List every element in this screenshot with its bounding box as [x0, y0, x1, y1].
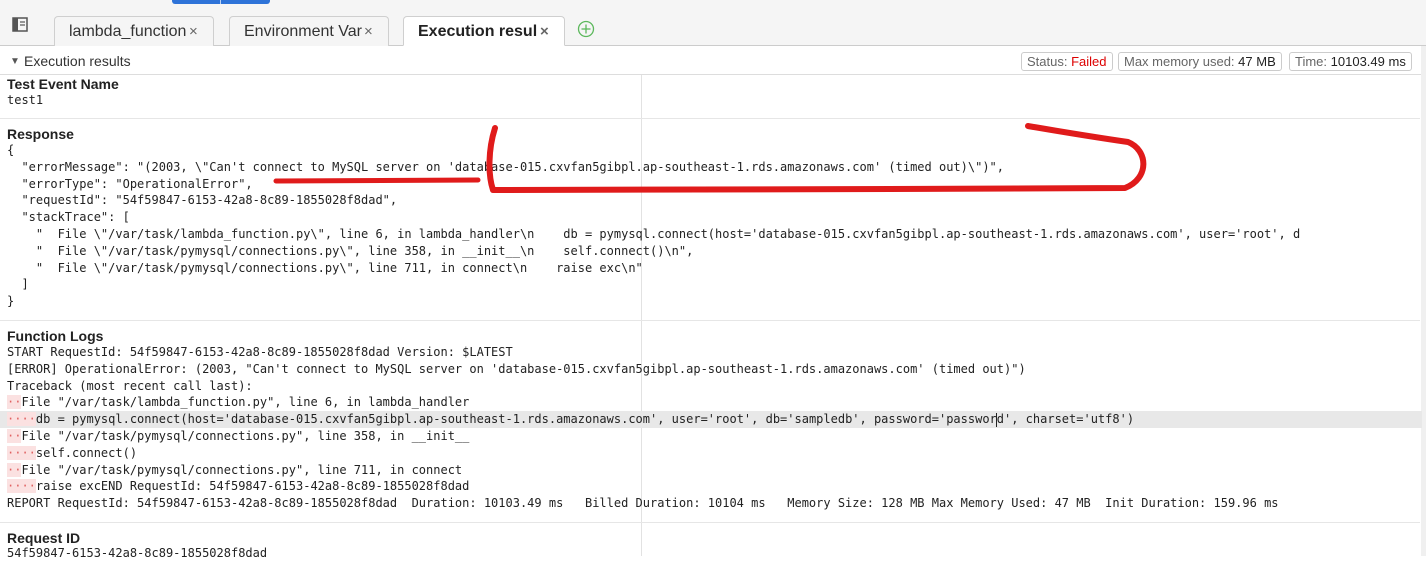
log-line: ····raise excEND RequestId: 54f59847-615…	[7, 478, 469, 495]
menu-icon[interactable]	[12, 17, 32, 33]
log-text: START RequestId: 54f59847-6153-42a8-8c89…	[7, 345, 513, 359]
response-heading: Response	[7, 126, 74, 142]
response-line: {	[7, 143, 15, 157]
log-line: ··File "/var/task/lambda_function.py", l…	[7, 394, 469, 411]
response-line: ]	[7, 277, 29, 292]
log-text: raise excEND RequestId: 54f59847-6153-42…	[35, 479, 470, 494]
add-tab-icon[interactable]	[577, 20, 595, 38]
log-text: Traceback (most recent call last):	[7, 378, 253, 393]
memory-label: Max memory used:	[1124, 54, 1235, 69]
tab-execution-results[interactable]: Execution results ×	[403, 16, 565, 46]
request-id-heading: Request ID	[7, 530, 81, 546]
tab-label: Environment Vari	[244, 23, 362, 40]
test-event-value: test1	[7, 93, 44, 107]
response-line: "errorType": "OperationalError",	[7, 176, 253, 191]
indent-marker: ··	[7, 462, 22, 477]
log-text: [ERROR] OperationalError: (2003, "Can't …	[7, 361, 1026, 376]
toolbar-button-strip[interactable]	[172, 0, 270, 4]
indent-marker: ····	[7, 445, 36, 460]
indent-marker: ··	[7, 429, 22, 443]
tab-label: Execution results	[418, 23, 537, 40]
close-icon[interactable]: ×	[540, 17, 549, 45]
scrollbar[interactable]	[1421, 46, 1426, 556]
time-label: Time:	[1295, 54, 1328, 69]
function-logs-heading: Function Logs	[7, 328, 104, 344]
log-line: ····db = pymysql.connect(host='database-…	[7, 411, 1134, 428]
log-line: [ERROR] OperationalError: (2003, "Can't …	[7, 361, 1026, 378]
log-line: ····self.connect()	[7, 445, 137, 462]
section-title[interactable]: Execution results	[24, 53, 131, 69]
collapse-triangle-icon[interactable]: ▼	[10, 56, 20, 67]
execution-results-header: ▼ Execution results Status: Failed Max m…	[0, 48, 1426, 75]
log-text: d', charset='utf8')	[996, 412, 1135, 427]
response-line: }	[7, 294, 15, 309]
close-icon[interactable]: ×	[364, 17, 373, 46]
request-id-value: 54f59847-6153-42a8-8c89-1855028f8dad	[7, 546, 268, 560]
tab-lambda-function[interactable]: lambda_function ×	[54, 16, 214, 46]
status-value: Failed	[1071, 54, 1107, 69]
status-label: Status:	[1027, 54, 1068, 69]
memory-badge: Max memory used: 47 MB	[1118, 52, 1282, 71]
divider	[0, 320, 1420, 321]
response-line: " File \"/var/task/pymysql/connections.p…	[7, 243, 694, 258]
status-badge: Status: Failed	[1021, 52, 1113, 71]
log-text: REPORT RequestId: 54f59847-6153-42a8-8c8…	[7, 496, 1279, 511]
log-text: File "/var/task/lambda_function.py", lin…	[21, 395, 470, 410]
time-badge: Time: 10103.49 ms	[1289, 52, 1412, 71]
response-line: " File \"/var/task/pymysql/connections.p…	[7, 260, 643, 275]
time-value: 10103.49 ms	[1330, 54, 1406, 69]
response-line: "stackTrace": [	[7, 210, 130, 225]
indent-marker: ··	[7, 395, 22, 410]
log-text: File "/var/task/pymysql/connections.py",…	[21, 429, 470, 443]
log-line: ··File "/var/task/pymysql/connections.py…	[7, 462, 462, 479]
log-text: db = pymysql.connect(host='database-015.…	[35, 412, 997, 427]
response-line: " File \"/var/task/lambda_function.py\",…	[7, 227, 1301, 241]
log-line: REPORT RequestId: 54f59847-6153-42a8-8c8…	[7, 495, 1279, 512]
print-margin-line	[641, 75, 642, 556]
log-text: File "/var/task/pymysql/connections.py",…	[21, 462, 463, 477]
indent-marker: ····	[7, 412, 36, 427]
log-line: Traceback (most recent call last):	[7, 378, 253, 395]
indent-marker: ····	[7, 479, 36, 494]
divider	[0, 522, 1420, 523]
close-icon[interactable]: ×	[189, 17, 198, 46]
editor-tab-bar: lambda_function × Environment Vari × Exe…	[0, 0, 1426, 46]
response-line: "errorMessage": "(2003, \"Can't connect …	[7, 159, 1004, 174]
divider	[0, 118, 1420, 119]
log-line: START RequestId: 54f59847-6153-42a8-8c89…	[7, 344, 513, 361]
test-event-heading: Test Event Name	[7, 76, 119, 92]
memory-value: 47 MB	[1238, 54, 1276, 69]
tab-environment-variables[interactable]: Environment Vari ×	[229, 16, 389, 46]
tab-label: lambda_function	[69, 23, 187, 40]
log-line: ··File "/var/task/pymysql/connections.py…	[7, 428, 469, 445]
response-line: "requestId": "54f59847-6153-42a8-8c89-18…	[7, 193, 398, 208]
log-text: self.connect()	[35, 445, 138, 460]
